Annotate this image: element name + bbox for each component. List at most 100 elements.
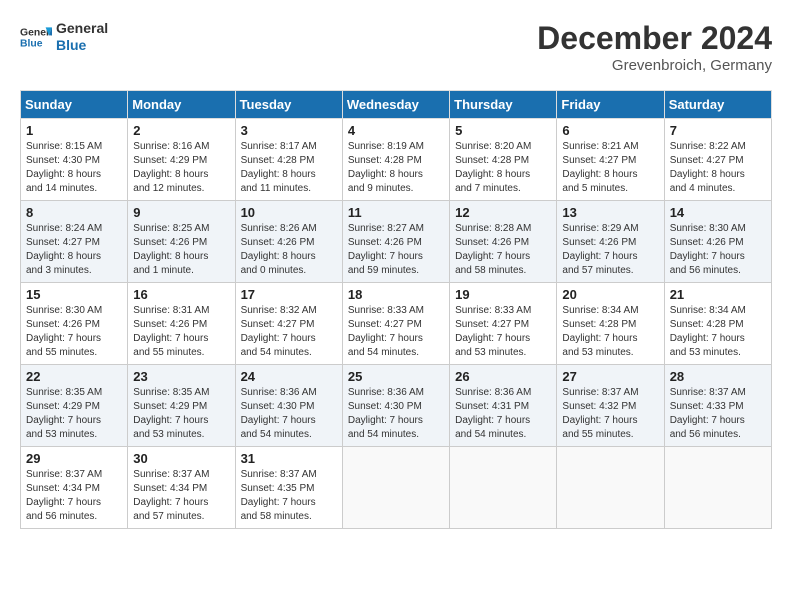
calendar-header-wednesday: Wednesday (342, 91, 449, 119)
calendar-cell: 5 Sunrise: 8:20 AM Sunset: 4:28 PM Daylig… (450, 119, 557, 201)
day-info: Sunrise: 8:25 AM Sunset: 4:26 PM Dayligh… (133, 222, 229, 278)
day-info: Sunrise: 8:26 AM Sunset: 4:26 PM Dayligh… (241, 222, 337, 278)
day-number: 18 (348, 287, 444, 302)
day-number: 12 (455, 205, 551, 220)
day-number: 2 (133, 123, 229, 138)
day-info: Sunrise: 8:37 AM Sunset: 4:34 PM Dayligh… (133, 468, 229, 524)
day-info: Sunrise: 8:37 AM Sunset: 4:35 PM Dayligh… (241, 468, 337, 524)
day-number: 21 (670, 287, 766, 302)
day-info: Sunrise: 8:27 AM Sunset: 4:26 PM Dayligh… (348, 222, 444, 278)
day-number: 8 (26, 205, 122, 220)
day-number: 11 (348, 205, 444, 220)
day-info: Sunrise: 8:16 AM Sunset: 4:29 PM Dayligh… (133, 140, 229, 196)
page-title: December 2024 (537, 20, 772, 57)
day-number: 9 (133, 205, 229, 220)
day-number: 14 (670, 205, 766, 220)
day-info: Sunrise: 8:36 AM Sunset: 4:31 PM Dayligh… (455, 386, 551, 442)
day-info: Sunrise: 8:17 AM Sunset: 4:28 PM Dayligh… (241, 140, 337, 196)
calendar-cell: 25Sunrise: 8:36 AM Sunset: 4:30 PM Dayli… (342, 365, 449, 447)
day-info: Sunrise: 8:35 AM Sunset: 4:29 PM Dayligh… (133, 386, 229, 442)
day-info: Sunrise: 8:30 AM Sunset: 4:26 PM Dayligh… (670, 222, 766, 278)
logo-text-blue: Blue (56, 37, 108, 54)
calendar-header-tuesday: Tuesday (235, 91, 342, 119)
day-info: Sunrise: 8:37 AM Sunset: 4:34 PM Dayligh… (26, 468, 122, 524)
day-info: Sunrise: 8:37 AM Sunset: 4:32 PM Dayligh… (562, 386, 658, 442)
day-info: Sunrise: 8:30 AM Sunset: 4:26 PM Dayligh… (26, 304, 122, 360)
calendar-cell: 13 Sunrise: 8:29 AM Sunset: 4:26 PM Dayli… (557, 201, 664, 283)
calendar-cell: 18 Sunrise: 8:33 AM Sunset: 4:27 PM Dayli… (342, 283, 449, 365)
day-number: 17 (241, 287, 337, 302)
day-info: Sunrise: 8:34 AM Sunset: 4:28 PM Dayligh… (670, 304, 766, 360)
day-number: 7 (670, 123, 766, 138)
day-info: Sunrise: 8:24 AM Sunset: 4:27 PM Dayligh… (26, 222, 122, 278)
calendar-cell: 7 Sunrise: 8:22 AM Sunset: 4:27 PM Daylig… (664, 119, 771, 201)
calendar-week-1: 1 Sunrise: 8:15 AM Sunset: 4:30 PM Daylig… (21, 119, 772, 201)
calendar-cell: 3 Sunrise: 8:17 AM Sunset: 4:28 PM Daylig… (235, 119, 342, 201)
day-number: 29 (26, 451, 122, 466)
calendar-cell: 20Sunrise: 8:34 AM Sunset: 4:28 PM Dayli… (557, 283, 664, 365)
day-info: Sunrise: 8:35 AM Sunset: 4:29 PM Dayligh… (26, 386, 122, 442)
calendar-cell: 23Sunrise: 8:35 AM Sunset: 4:29 PM Dayli… (128, 365, 235, 447)
calendar-cell: 19 Sunrise: 8:33 AM Sunset: 4:27 PM Dayli… (450, 283, 557, 365)
calendar-cell: 30 Sunrise: 8:37 AM Sunset: 4:34 PM Dayli… (128, 447, 235, 529)
calendar-week-2: 8 Sunrise: 8:24 AM Sunset: 4:27 PM Daylig… (21, 201, 772, 283)
day-number: 28 (670, 369, 766, 384)
day-info: Sunrise: 8:28 AM Sunset: 4:26 PM Dayligh… (455, 222, 551, 278)
calendar-table: SundayMondayTuesdayWednesdayThursdayFrid… (20, 90, 772, 529)
logo-icon: General Blue (20, 21, 52, 53)
calendar-cell (664, 447, 771, 529)
calendar-cell: 22Sunrise: 8:35 AM Sunset: 4:29 PM Dayli… (21, 365, 128, 447)
calendar-cell (342, 447, 449, 529)
day-info: Sunrise: 8:15 AM Sunset: 4:30 PM Dayligh… (26, 140, 122, 196)
day-info: Sunrise: 8:20 AM Sunset: 4:28 PM Dayligh… (455, 140, 551, 196)
calendar-cell: 16 Sunrise: 8:31 AM Sunset: 4:26 PM Dayli… (128, 283, 235, 365)
day-number: 30 (133, 451, 229, 466)
calendar-cell: 6 Sunrise: 8:21 AM Sunset: 4:27 PM Daylig… (557, 119, 664, 201)
day-info: Sunrise: 8:33 AM Sunset: 4:27 PM Dayligh… (455, 304, 551, 360)
day-info: Sunrise: 8:19 AM Sunset: 4:28 PM Dayligh… (348, 140, 444, 196)
calendar-week-5: 29 Sunrise: 8:37 AM Sunset: 4:34 PM Dayli… (21, 447, 772, 529)
logo-text-general: General (56, 20, 108, 37)
day-number: 15 (26, 287, 122, 302)
calendar-cell: 29 Sunrise: 8:37 AM Sunset: 4:34 PM Dayli… (21, 447, 128, 529)
calendar-body: 1 Sunrise: 8:15 AM Sunset: 4:30 PM Daylig… (21, 119, 772, 529)
day-number: 5 (455, 123, 551, 138)
day-number: 16 (133, 287, 229, 302)
calendar-header-sunday: Sunday (21, 91, 128, 119)
day-info: Sunrise: 8:31 AM Sunset: 4:26 PM Dayligh… (133, 304, 229, 360)
calendar-cell: 31 Sunrise: 8:37 AM Sunset: 4:35 PM Dayli… (235, 447, 342, 529)
day-number: 10 (241, 205, 337, 220)
calendar-cell: 26 Sunrise: 8:36 AM Sunset: 4:31 PM Dayli… (450, 365, 557, 447)
calendar-cell: 8 Sunrise: 8:24 AM Sunset: 4:27 PM Daylig… (21, 201, 128, 283)
calendar-cell: 14 Sunrise: 8:30 AM Sunset: 4:26 PM Dayli… (664, 201, 771, 283)
day-info: Sunrise: 8:33 AM Sunset: 4:27 PM Dayligh… (348, 304, 444, 360)
day-info: Sunrise: 8:29 AM Sunset: 4:26 PM Dayligh… (562, 222, 658, 278)
svg-text:Blue: Blue (20, 38, 43, 49)
day-number: 20 (562, 287, 658, 302)
day-info: Sunrise: 8:37 AM Sunset: 4:33 PM Dayligh… (670, 386, 766, 442)
day-number: 13 (562, 205, 658, 220)
calendar-cell: 15 Sunrise: 8:30 AM Sunset: 4:26 PM Dayli… (21, 283, 128, 365)
day-number: 3 (241, 123, 337, 138)
calendar-cell: 9 Sunrise: 8:25 AM Sunset: 4:26 PM Daylig… (128, 201, 235, 283)
day-number: 27 (562, 369, 658, 384)
day-info: Sunrise: 8:22 AM Sunset: 4:27 PM Dayligh… (670, 140, 766, 196)
calendar-cell: 11 Sunrise: 8:27 AM Sunset: 4:26 PM Dayli… (342, 201, 449, 283)
day-number: 6 (562, 123, 658, 138)
calendar-cell (450, 447, 557, 529)
day-number: 19 (455, 287, 551, 302)
calendar-header-friday: Friday (557, 91, 664, 119)
day-info: Sunrise: 8:32 AM Sunset: 4:27 PM Dayligh… (241, 304, 337, 360)
calendar-cell: 17 Sunrise: 8:32 AM Sunset: 4:27 PM Dayli… (235, 283, 342, 365)
calendar-cell: 10 Sunrise: 8:26 AM Sunset: 4:26 PM Dayli… (235, 201, 342, 283)
day-number: 1 (26, 123, 122, 138)
calendar-cell: 28 Sunrise: 8:37 AM Sunset: 4:33 PM Dayli… (664, 365, 771, 447)
calendar-week-3: 15 Sunrise: 8:30 AM Sunset: 4:26 PM Dayli… (21, 283, 772, 365)
page-header: General Blue General Blue December 2024 … (20, 20, 772, 74)
day-info: Sunrise: 8:21 AM Sunset: 4:27 PM Dayligh… (562, 140, 658, 196)
page-subtitle: Grevenbroich, Germany (537, 57, 772, 74)
day-info: Sunrise: 8:36 AM Sunset: 4:30 PM Dayligh… (241, 386, 337, 442)
day-number: 31 (241, 451, 337, 466)
day-number: 26 (455, 369, 551, 384)
calendar-cell: 21 Sunrise: 8:34 AM Sunset: 4:28 PM Dayli… (664, 283, 771, 365)
